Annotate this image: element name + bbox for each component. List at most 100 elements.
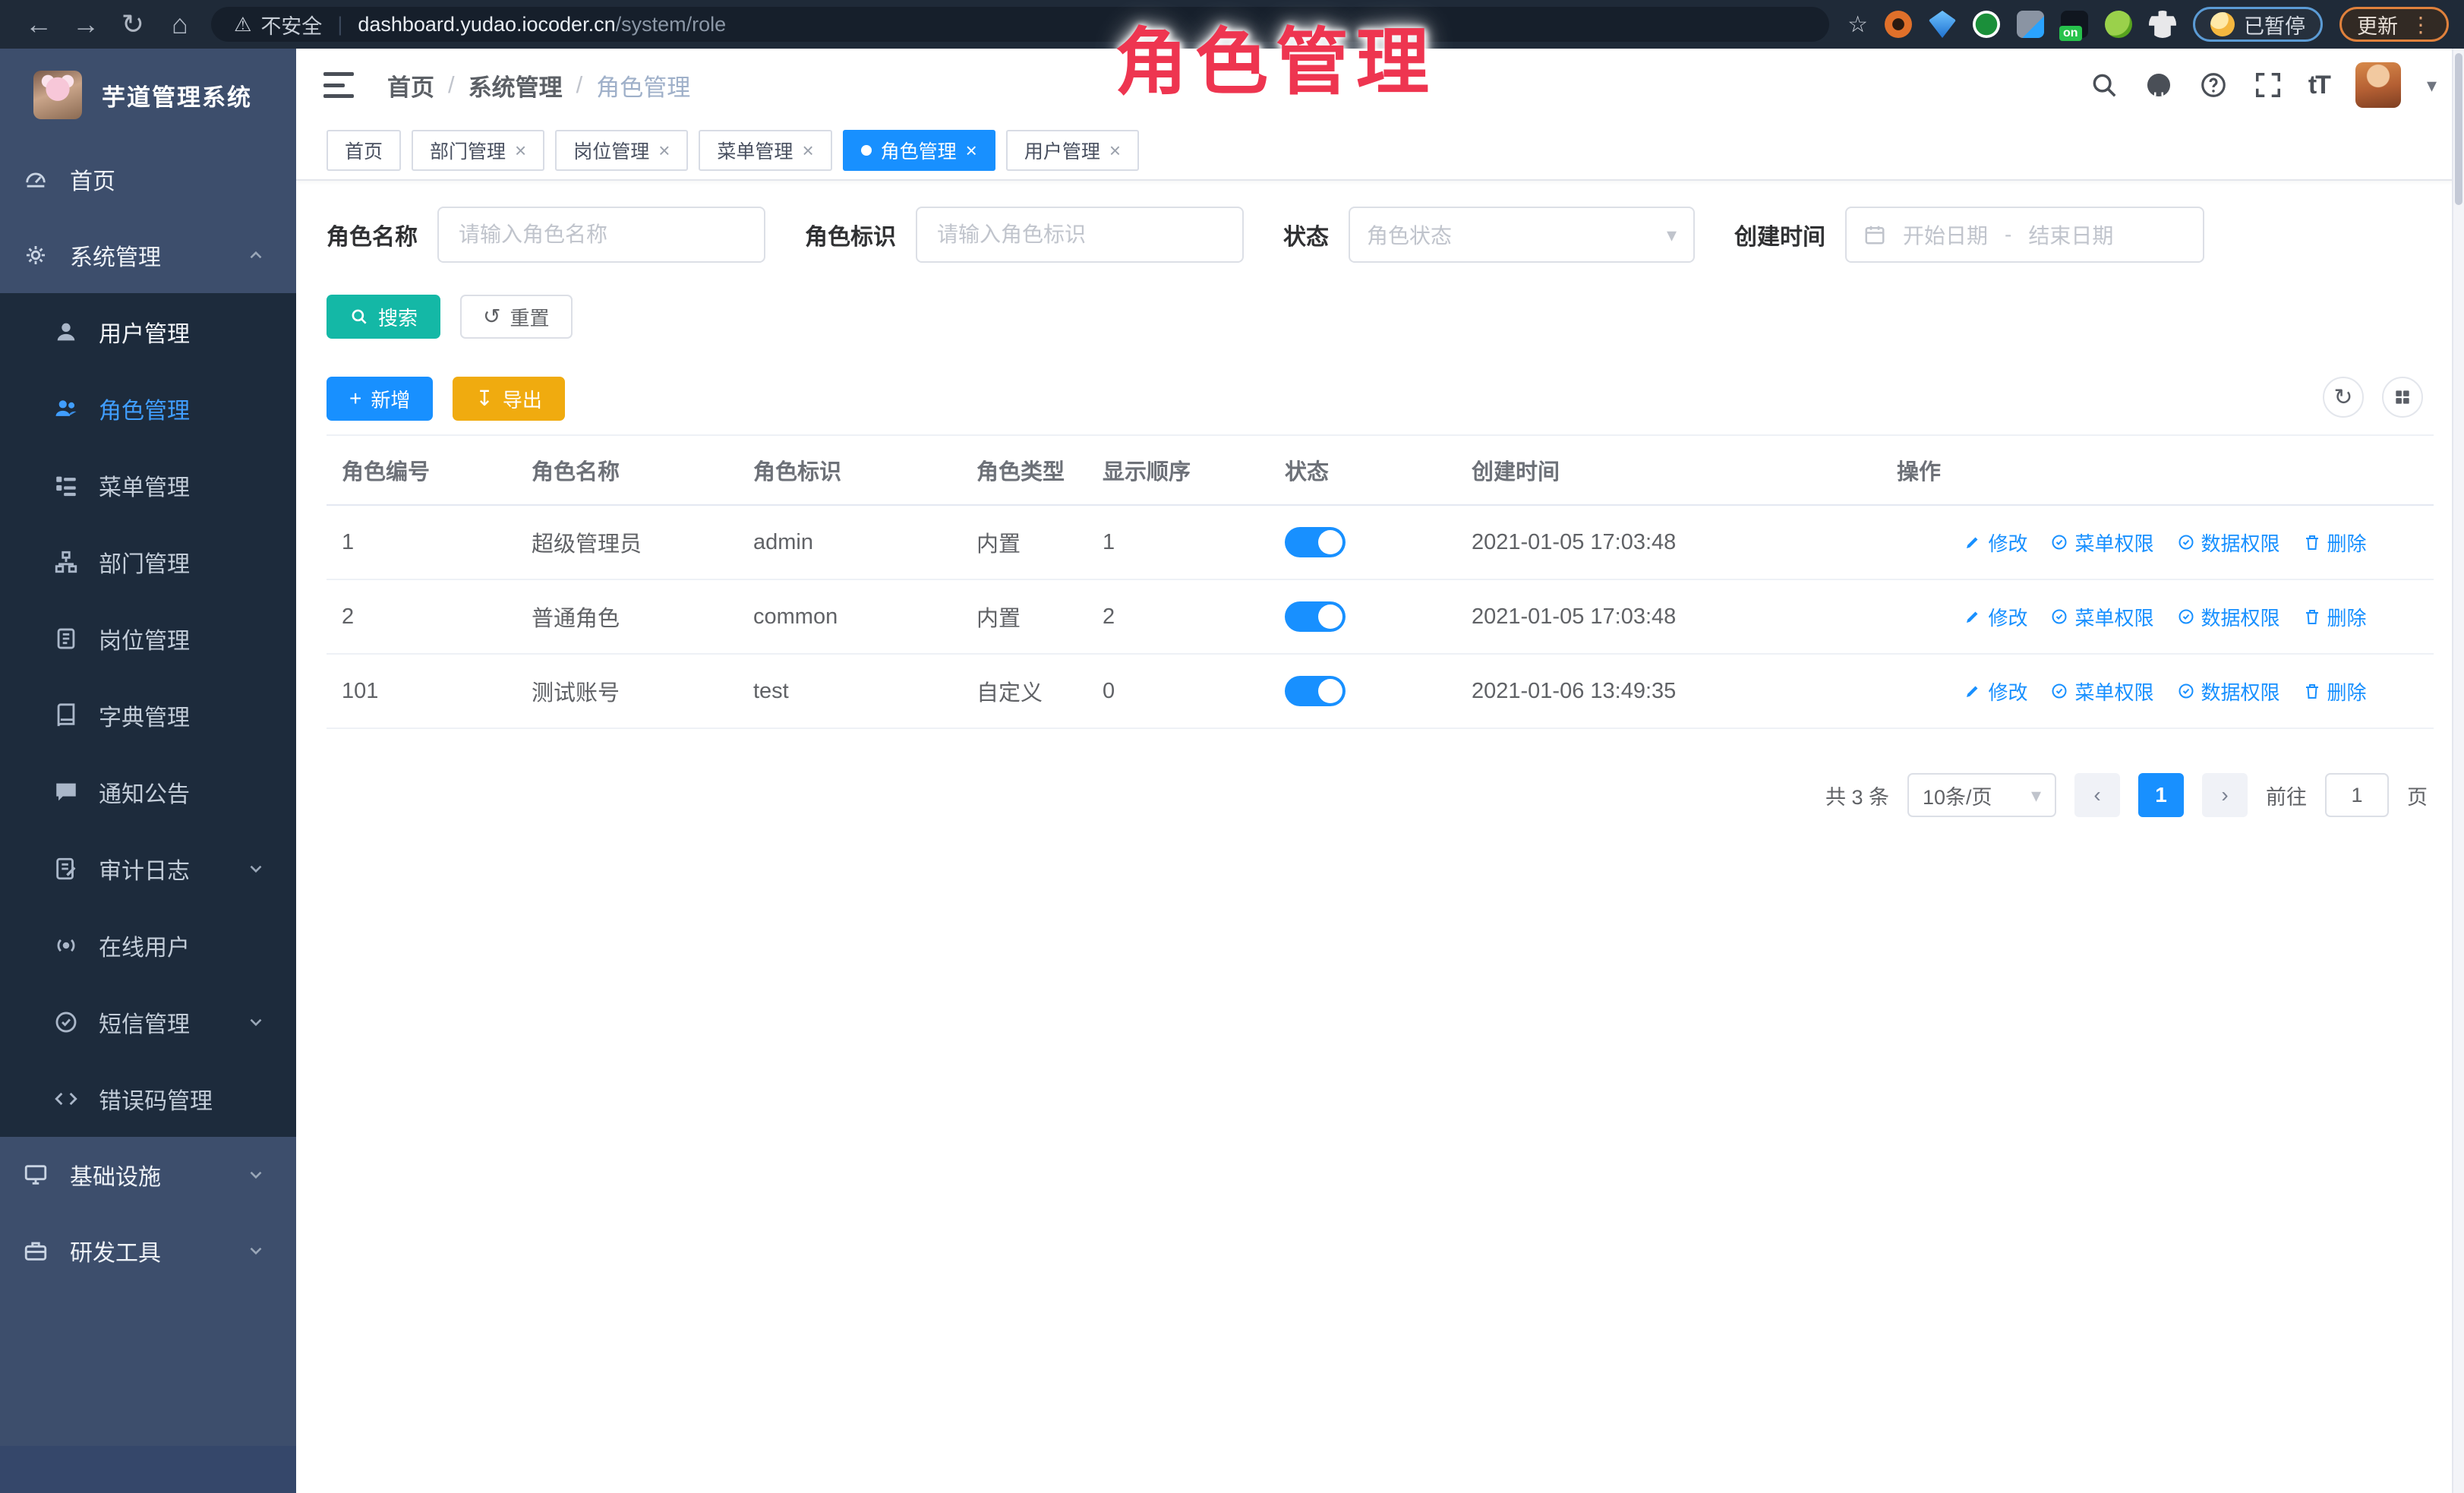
tag-close-icon[interactable]: × [515,139,526,163]
tag-menus[interactable]: 菜单管理× [699,130,831,171]
dictionary-icon [53,702,79,728]
sidebar-item-label: 字典管理 [99,699,190,732]
tag-close-icon[interactable]: × [1109,139,1121,163]
search-icon[interactable] [2090,71,2119,99]
breadcrumb-system[interactable]: 系统管理 [469,68,563,103]
download-icon: ↧ [475,388,493,409]
sidebar-item-audit-log[interactable]: 审计日志 [0,830,296,907]
search-button[interactable]: 搜索 [327,295,440,339]
tag-users[interactable]: 用户管理× [1006,130,1139,171]
edit-label: 修改 [1988,529,2027,557]
sidebar-item-home[interactable]: 首页 [0,141,296,217]
tag-home[interactable]: 首页 [327,130,401,171]
goto-page-input[interactable] [2325,773,2389,817]
menu-permission-link[interactable]: 菜单权限 [2050,529,2153,557]
collapse-menu-icon[interactable] [323,72,354,98]
badge-icon [53,626,79,652]
help-icon[interactable] [2199,71,2228,99]
user-icon [53,319,79,345]
next-page-button[interactable]: › [2202,773,2248,817]
sidebar-item-infrastructure[interactable]: 基础设施 [0,1137,296,1213]
extension-gem-icon[interactable] [1929,11,1956,38]
col-role-type: 角色类型 [961,435,1087,505]
tag-close-icon[interactable]: × [802,139,813,163]
browser-home-icon[interactable]: ⌂ [156,0,203,49]
export-button[interactable]: ↧ 导出 [453,377,564,421]
tag-departments[interactable]: 部门管理× [412,130,544,171]
delete-link[interactable]: 删除 [2303,603,2367,631]
github-icon[interactable] [2144,71,2173,99]
edit-link[interactable]: 修改 [1964,677,2027,705]
extension-grid-icon[interactable] [2017,11,2044,38]
edit-link[interactable]: 修改 [1964,603,2027,631]
goto-label: 前往 [2266,781,2307,810]
tag-close-icon[interactable]: × [658,139,670,163]
browser-reload-icon[interactable]: ↻ [109,0,156,49]
security-label[interactable]: 不安全 [260,10,322,39]
reset-button[interactable]: ↺ 重置 [460,295,572,339]
extension-switch-icon[interactable]: on [2061,11,2088,38]
edit-link[interactable]: 修改 [1964,529,2027,557]
sidebar-item-error-code[interactable]: 错误码管理 [0,1060,296,1137]
page-scrollbar[interactable] [2452,49,2464,1493]
column-settings-button[interactable] [2382,377,2423,418]
data-permission-link[interactable]: 数据权限 [2177,677,2280,705]
paused-pill[interactable]: 已暂停 [2193,7,2323,42]
extensions-puzzle-icon[interactable] [2149,11,2176,38]
avatar-caret-icon[interactable]: ▾ [2427,74,2437,97]
scrollbar-thumb[interactable] [2455,53,2462,205]
extension-android-icon[interactable] [2105,11,2132,38]
sidebar-item-label: 研发工具 [70,1234,161,1267]
refresh-button[interactable]: ↻ [2323,377,2364,418]
page-size-select[interactable]: 10条/页 ▾ [1907,773,2056,817]
role-key-input[interactable] [916,207,1244,263]
bookmark-star-icon[interactable]: ☆ [1847,11,1868,38]
active-dot-icon [861,145,872,156]
data-permission-link[interactable]: 数据权限 [2177,529,2280,557]
delete-link[interactable]: 删除 [2303,529,2367,557]
menu-permission-link[interactable]: 菜单权限 [2050,603,2153,631]
menu-permission-link[interactable]: 菜单权限 [2050,677,2153,705]
user-group-icon [53,396,79,421]
sidebar-item-dict[interactable]: 字典管理 [0,677,296,753]
app-logo[interactable]: 芋道管理系统 [0,49,296,141]
user-avatar[interactable] [2355,62,2401,108]
fullscreen-icon[interactable] [2254,71,2283,99]
status-toggle[interactable] [1285,676,1346,706]
sidebar-item-system[interactable]: 系统管理 [0,217,296,293]
sidebar-item-notice[interactable]: 通知公告 [0,753,296,830]
browser-forward-icon[interactable]: → [62,0,109,49]
tag-roles-active[interactable]: 角色管理× [843,130,995,171]
sidebar-item-users[interactable]: 用户管理 [0,293,296,370]
sidebar-item-sms[interactable]: 短信管理 [0,983,296,1060]
sidebar-item-online-users[interactable]: 在线用户 [0,907,296,983]
tag-posts[interactable]: 岗位管理× [555,130,688,171]
date-range-picker[interactable]: 开始日期 - 结束日期 [1845,207,2204,263]
status-toggle[interactable] [1285,601,1346,632]
sidebar-item-posts[interactable]: 岗位管理 [0,600,296,677]
page-1-button[interactable]: 1 [2138,773,2184,817]
browser-menu-icon[interactable]: ⋮ [2410,12,2431,37]
end-date-placeholder: 结束日期 [2028,219,2113,250]
search-icon [349,307,369,327]
sidebar-item-dev-tools[interactable]: 研发工具 [0,1213,296,1289]
extension-orange-icon[interactable] [1885,11,1912,38]
breadcrumb-home[interactable]: 首页 [387,68,434,103]
address-bar[interactable]: ⚠ 不安全 | dashboard.yudao.iocoder.cn/syste… [211,7,1829,42]
delete-link[interactable]: 删除 [2303,677,2367,705]
update-button[interactable]: 更新 ⋮ [2339,7,2449,42]
role-name-input[interactable] [437,207,765,263]
tag-close-icon[interactable]: × [966,139,977,163]
font-size-icon[interactable]: tT [2308,71,2330,100]
sidebar-item-menus[interactable]: 菜单管理 [0,447,296,523]
status-toggle[interactable] [1285,527,1346,557]
extension-green-icon[interactable] [1973,11,2000,38]
sidebar-item-roles[interactable]: 角色管理 [0,370,296,447]
prev-page-button[interactable]: ‹ [2074,773,2120,817]
browser-back-icon[interactable]: ← [15,0,62,49]
status-select[interactable]: 角色状态 ▾ [1349,207,1695,263]
data-permission-link[interactable]: 数据权限 [2177,603,2280,631]
sidebar-item-departments[interactable]: 部门管理 [0,523,296,600]
add-button[interactable]: + 新增 [327,377,433,421]
cell-role-id: 101 [327,654,516,728]
